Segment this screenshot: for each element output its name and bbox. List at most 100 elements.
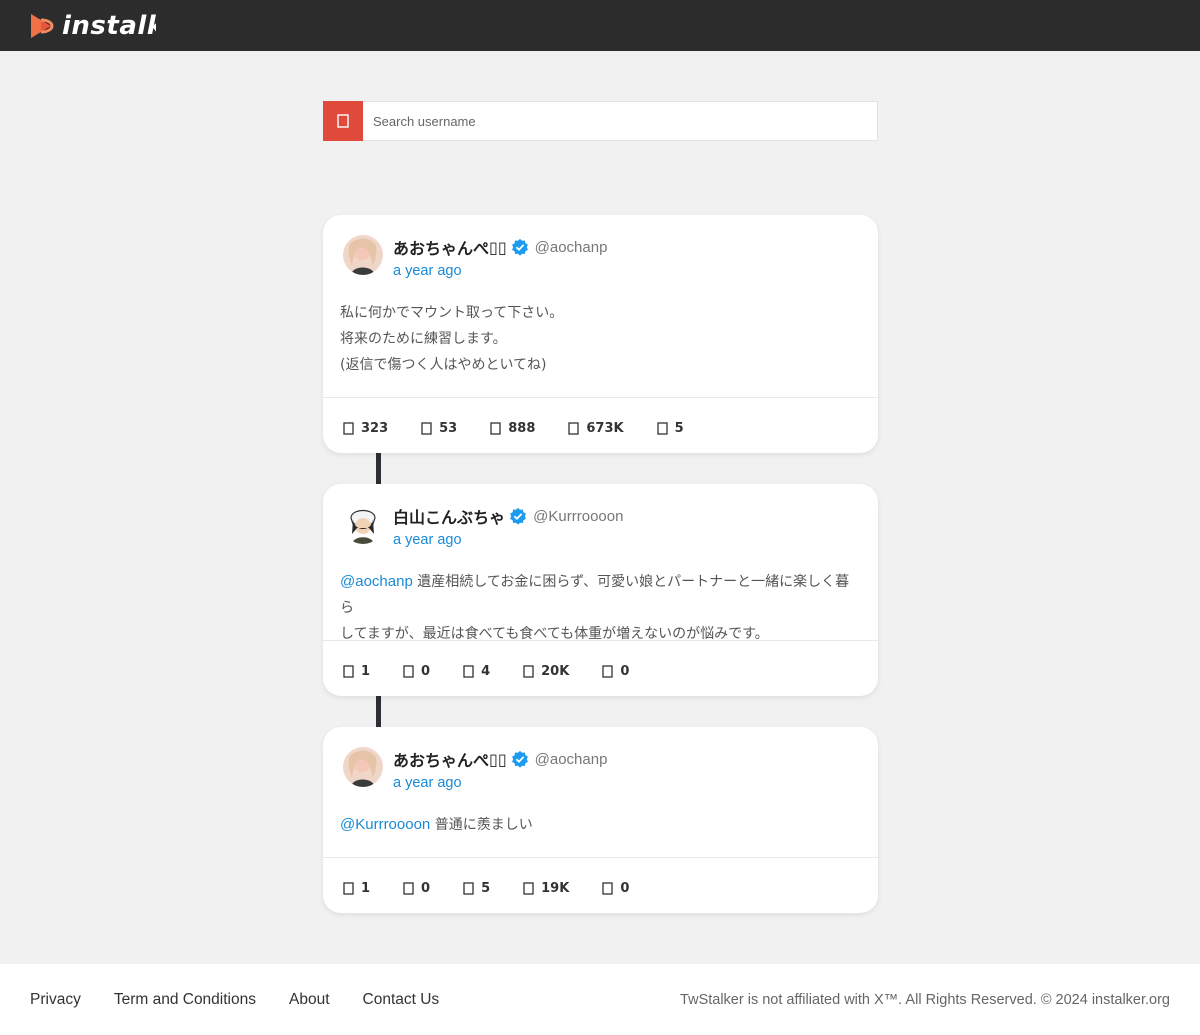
search-bar	[323, 101, 878, 141]
post-text-segment: 遺産相続してお金に困らず、可愛い娘とパートナーと一緒に楽しく暮ら	[340, 574, 850, 616]
display-name[interactable]: あおちゃんぺ	[393, 235, 489, 259]
avatar[interactable]	[343, 747, 383, 787]
like-count[interactable]: 4	[463, 664, 490, 679]
user-handle[interactable]: @aochanp	[535, 239, 608, 256]
name-row: あおちゃんぺ ▯▯ @aochanp	[393, 747, 607, 771]
emoji-glyphs: ▯▯	[489, 749, 507, 769]
bookmark-count[interactable]: 0	[602, 881, 629, 896]
bookmark-count[interactable]: 0	[602, 664, 629, 679]
like-count-value: 888	[508, 420, 536, 436]
card-divider	[323, 397, 878, 398]
thread-connector	[376, 696, 381, 728]
post-card: あおちゃんぺ ▯▯ @aochanp a year ago @Kurrroooo…	[323, 727, 878, 913]
avatar-image	[343, 747, 383, 787]
display-name[interactable]: 白山こんぶちゃ	[393, 504, 505, 528]
like-icon	[490, 421, 501, 435]
verified-badge-icon	[510, 507, 527, 525]
like-count-value: 5	[481, 880, 491, 896]
mention-link[interactable]: @aochanp	[340, 573, 413, 590]
footer-links: Privacy Term and Conditions About Contac…	[30, 991, 472, 1009]
display-name[interactable]: あおちゃんぺ	[393, 747, 489, 771]
post-text-line: 将来のために練習します。	[340, 331, 507, 347]
footer: Privacy Term and Conditions About Contac…	[0, 964, 1200, 1035]
post-stats: 323 53 888 673K 5	[343, 418, 717, 438]
post-text-line: (返信で傷つく人はやめといてね)	[340, 357, 547, 373]
retweet-icon	[403, 881, 414, 895]
reply-count-value: 1	[361, 880, 371, 896]
avatar-image	[343, 235, 383, 275]
footer-link-terms[interactable]: Term and Conditions	[114, 991, 256, 1009]
name-row: 白山こんぶちゃ @Kurrroooon	[393, 504, 623, 528]
reply-count[interactable]: 1	[343, 664, 370, 679]
post-text-line: @Kurrroooon 普通に羨ましい	[340, 812, 861, 838]
search-button[interactable]	[323, 101, 363, 141]
reply-icon	[343, 664, 354, 678]
site-logo[interactable]: instalk	[28, 10, 156, 42]
card-divider	[323, 857, 878, 858]
post-stats: 1 0 5 19K 0	[343, 878, 662, 898]
views-count[interactable]: 673K	[568, 420, 624, 436]
thread-connector	[376, 453, 381, 485]
copyright-notice: TwStalker is not affiliated with X™. All…	[680, 992, 1170, 1008]
bookmark-count-value: 5	[674, 420, 684, 436]
footer-link-about[interactable]: About	[289, 991, 330, 1009]
retweet-count-value: 0	[421, 880, 431, 896]
footer-link-contact[interactable]: Contact Us	[363, 991, 440, 1009]
reply-icon	[343, 881, 354, 895]
card-divider	[323, 640, 878, 641]
reply-count[interactable]: 323	[343, 421, 388, 436]
post-text: 私に何かでマウント取って下さい。 将来のために練習します。 (返信で傷つく人はや…	[340, 300, 861, 378]
logo-text: instalk	[62, 11, 156, 41]
views-count[interactable]: 20K	[523, 664, 569, 679]
bookmark-icon	[602, 881, 613, 895]
post-card: 白山こんぶちゃ @Kurrroooon a year ago @aochanp …	[323, 484, 878, 696]
name-row: あおちゃんぺ ▯▯ @aochanp	[393, 235, 607, 259]
like-icon	[463, 664, 474, 678]
reply-count[interactable]: 1	[343, 881, 370, 896]
views-count[interactable]: 19K	[523, 881, 569, 896]
retweet-count[interactable]: 0	[403, 664, 430, 679]
emoji-glyphs: ▯▯	[489, 237, 507, 257]
post-text-line: @aochanp 遺産相続してお金に困らず、可愛い娘とパートナーと一緒に楽しく暮…	[340, 569, 861, 621]
avatar-image	[343, 504, 383, 544]
like-count[interactable]: 5	[463, 881, 490, 896]
like-count-value: 4	[481, 663, 491, 679]
like-count[interactable]: 888	[490, 421, 535, 436]
views-count-value: 20K	[541, 663, 570, 679]
post-time-link[interactable]: a year ago	[393, 532, 462, 548]
bookmark-icon	[656, 421, 668, 435]
bookmark-count-value: 0	[620, 880, 630, 896]
retweet-icon	[403, 664, 414, 678]
views-count-value: 673K	[586, 420, 624, 436]
top-bar: instalk	[0, 0, 1200, 51]
retweet-count[interactable]: 0	[403, 881, 430, 896]
footer-link-privacy[interactable]: Privacy	[30, 991, 81, 1009]
post-time-link[interactable]: a year ago	[393, 775, 462, 791]
post-card: あおちゃんぺ ▯▯ @aochanp a year ago 私に何かでマウント取…	[323, 215, 878, 453]
post-time-link[interactable]: a year ago	[393, 263, 462, 279]
post-stats: 1 0 4 20K 0	[343, 661, 662, 681]
avatar[interactable]	[343, 235, 383, 275]
reply-count-value: 323	[361, 420, 389, 436]
reply-count-value: 1	[361, 663, 371, 679]
bookmark-count-value: 0	[620, 663, 630, 679]
search-input[interactable]	[363, 101, 878, 141]
user-handle[interactable]: @aochanp	[535, 751, 608, 768]
post-text-segment: 普通に羨ましい	[430, 817, 533, 833]
views-icon	[523, 881, 534, 895]
mention-link[interactable]: @Kurrroooon	[340, 816, 430, 833]
bookmark-count[interactable]: 5	[656, 420, 684, 436]
views-icon	[523, 664, 534, 678]
search-icon	[337, 114, 349, 128]
post-text: @aochanp 遺産相続してお金に困らず、可愛い娘とパートナーと一緒に楽しく暮…	[340, 569, 861, 647]
retweet-count[interactable]: 53	[421, 421, 457, 436]
post-text-line: してますが、最近は食べても食べても体重が増えないのが悩みです。	[340, 626, 769, 642]
verified-badge-icon	[511, 750, 528, 768]
views-count-value: 19K	[541, 880, 570, 896]
avatar[interactable]	[343, 504, 383, 544]
reply-icon	[343, 421, 354, 435]
retweet-count-value: 53	[439, 420, 458, 436]
retweet-count-value: 0	[421, 663, 431, 679]
user-handle[interactable]: @Kurrroooon	[533, 508, 623, 525]
post-text-line: 私に何かでマウント取って下さい。	[340, 305, 564, 321]
